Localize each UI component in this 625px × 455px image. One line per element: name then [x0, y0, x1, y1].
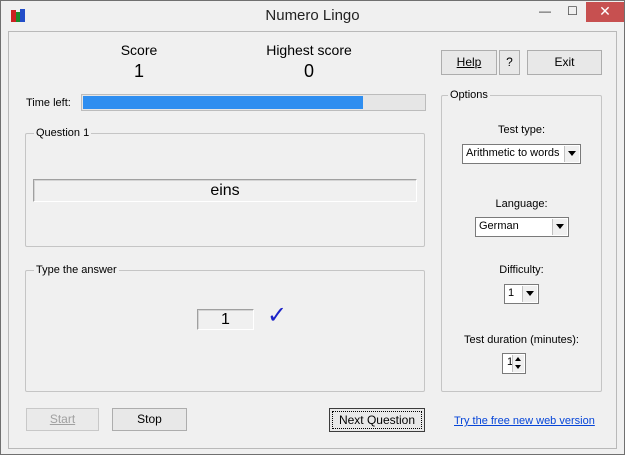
checkmark-icon: ✓	[267, 302, 288, 329]
time-left-label: Time left:	[26, 97, 71, 109]
question-group: Question 1 eins	[25, 127, 425, 247]
options-group: Options Test type: Arithmetic to words L…	[441, 89, 602, 392]
highest-score-value: 0	[303, 61, 314, 81]
test-duration-label: Test duration (minutes):	[464, 334, 579, 346]
help-button[interactable]: Help	[441, 50, 497, 75]
next-question-button[interactable]: Next Question	[329, 408, 425, 432]
help-button-label: Help	[456, 55, 482, 69]
answer-group-title: Type the answer	[34, 264, 119, 276]
title-bar[interactable]: Numero Lingo — ☐ ✕	[1, 1, 624, 31]
score-value: 1	[133, 61, 144, 81]
question-text: eins	[33, 179, 417, 202]
answer-group: Type the answer 1 ✓	[25, 264, 425, 392]
language-label: Language:	[495, 198, 548, 210]
exit-button-label: Exit	[554, 55, 575, 69]
difficulty-label: Difficulty:	[499, 264, 544, 276]
dropdown-arrow-icon[interactable]	[522, 286, 537, 302]
start-button[interactable]: Start	[26, 408, 99, 431]
exit-button[interactable]: Exit	[527, 50, 602, 75]
close-icon[interactable]: ✕	[586, 2, 624, 22]
time-progress-fill	[83, 96, 363, 109]
spin-down-icon[interactable]	[512, 363, 524, 372]
dropdown-arrow-icon[interactable]	[552, 219, 567, 235]
test-type-dropdown[interactable]: Arithmetic to words	[462, 144, 581, 164]
dropdown-arrow-icon[interactable]	[564, 146, 579, 162]
difficulty-dropdown[interactable]: 1	[504, 284, 539, 304]
next-question-button-label: Next Question	[338, 413, 416, 427]
test-type-value: Arithmetic to words	[466, 147, 560, 159]
question-group-title: Question 1	[34, 127, 92, 139]
score-label: Score	[120, 42, 158, 58]
stop-button-label: Stop	[137, 412, 162, 426]
maximize-icon[interactable]: ☐	[559, 2, 586, 22]
main-panel: Score 1 Highest score 0 Time left: Quest…	[8, 31, 617, 449]
web-version-link[interactable]: Try the free new web version	[454, 415, 595, 427]
options-group-title: Options	[448, 89, 490, 101]
start-button-label: Start	[49, 412, 76, 426]
language-dropdown[interactable]: German	[475, 217, 569, 237]
difficulty-value: 1	[508, 287, 515, 299]
app-window: Numero Lingo — ☐ ✕ Score 1 Highest score…	[0, 0, 625, 455]
highest-score-label: Highest score	[266, 42, 352, 58]
minimize-icon[interactable]: —	[531, 2, 559, 22]
test-duration-spinner[interactable]: 1	[502, 353, 526, 374]
about-button-label: ?	[506, 55, 513, 69]
stop-button[interactable]: Stop	[112, 408, 187, 431]
about-button[interactable]: ?	[499, 50, 520, 75]
time-progress-bar	[81, 94, 426, 111]
answer-input[interactable]: 1	[197, 309, 254, 330]
language-value: German	[479, 220, 519, 232]
test-type-label: Test type:	[497, 124, 546, 136]
